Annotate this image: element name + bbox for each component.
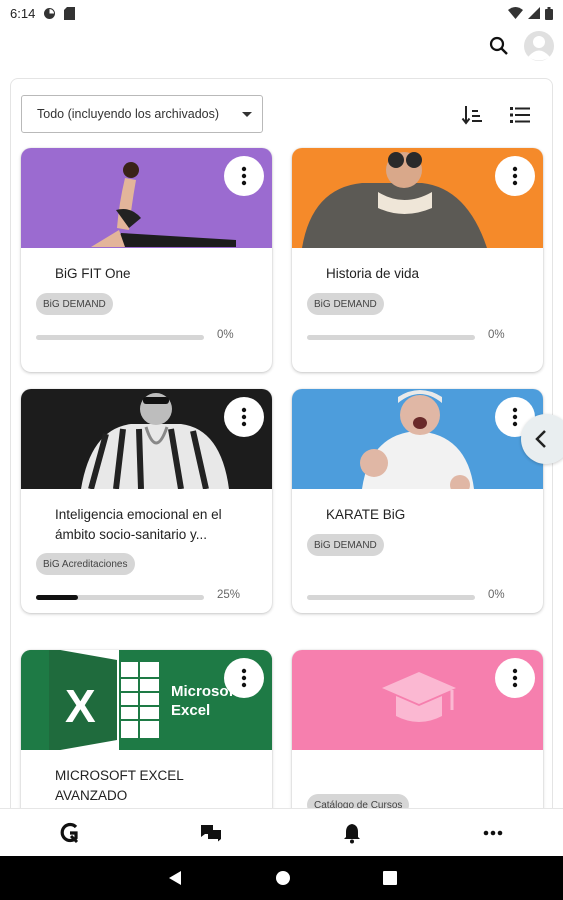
big-logo-icon <box>61 822 79 843</box>
progress-label: 0% <box>488 589 505 601</box>
caret-down-icon <box>242 111 252 117</box>
course-menu-button[interactable] <box>224 156 264 196</box>
bell-icon <box>343 823 360 843</box>
course-card[interactable]: Historia de vida BiG DEMAND 0% <box>292 148 543 372</box>
home-icon[interactable] <box>275 870 291 886</box>
course-card[interactable]: Inteligencia emocional en el ámbito soci… <box>21 389 272 613</box>
course-title: Historia de vida <box>326 266 420 281</box>
nav-messages[interactable] <box>141 809 282 856</box>
bottom-navigation <box>0 808 563 856</box>
courses-panel: Todo (incluyendo los archivados) BiG FIT… <box>10 78 553 818</box>
more-vert-icon <box>512 166 518 186</box>
course-tag: BiG DEMAND <box>307 534 384 556</box>
course-tag: BiG DEMAND <box>36 293 113 315</box>
course-filter-dropdown[interactable]: Todo (incluyendo los archivados) <box>21 95 263 133</box>
course-menu-button[interactable] <box>495 658 535 698</box>
course-filter-value: Todo (incluyendo los archivados) <box>37 107 220 121</box>
banner-text: Microsoft Excel <box>171 683 239 719</box>
course-card[interactable]: KARATE BiG BiG DEMAND 0% <box>292 389 543 613</box>
nav-home[interactable] <box>0 809 141 856</box>
search-icon[interactable] <box>487 34 511 58</box>
more-vert-icon <box>241 668 247 688</box>
chevron-left-icon <box>535 430 546 448</box>
course-menu-button[interactable] <box>224 658 264 698</box>
progress-bar <box>307 335 475 340</box>
course-title: BiG FIT One <box>55 266 131 281</box>
system-navigation-bar <box>0 856 563 900</box>
course-tag: BiG Acreditaciones <box>36 553 135 575</box>
more-vert-icon <box>241 166 247 186</box>
wifi-icon <box>508 7 523 19</box>
top-actions <box>487 30 555 62</box>
nav-more[interactable] <box>422 809 563 856</box>
sync-icon <box>44 7 56 19</box>
progress-bar <box>36 595 204 600</box>
course-menu-button[interactable] <box>495 156 535 196</box>
more-vert-icon <box>512 407 518 427</box>
sd-card-icon <box>64 6 76 20</box>
course-title: MICROSOFT EXCEL AVANZADO <box>55 768 184 803</box>
svg-text:X: X <box>65 680 96 732</box>
more-vert-icon <box>241 407 247 427</box>
progress-label: 25% <box>217 589 241 601</box>
more-horiz-icon <box>483 830 502 835</box>
course-card[interactable]: Catálogo de Cursos <box>292 650 543 817</box>
side-panel-toggle[interactable] <box>521 414 563 464</box>
course-card[interactable]: BiG FIT One BiG DEMAND 0% <box>21 148 272 372</box>
recents-icon[interactable] <box>382 871 397 885</box>
course-tag: BiG DEMAND <box>307 293 384 315</box>
course-menu-button[interactable] <box>224 397 264 437</box>
list-view-icon[interactable] <box>508 103 532 127</box>
status-time: 6:14 <box>10 5 36 21</box>
progress-label: 0% <box>488 329 505 341</box>
progress-bar <box>36 335 204 340</box>
course-title: KARATE BiG <box>326 507 406 522</box>
nav-notifications[interactable] <box>282 809 423 856</box>
back-icon[interactable] <box>167 870 183 886</box>
more-vert-icon <box>512 668 518 688</box>
progress-bar <box>307 595 475 600</box>
chat-icon <box>201 824 222 841</box>
avatar-icon[interactable] <box>523 30 555 62</box>
course-title: Inteligencia emocional en el ámbito soci… <box>55 507 222 542</box>
progress-label: 0% <box>217 329 234 341</box>
course-card[interactable]: X Microsoft Excel MICROSOFT EXCEL AVANZA… <box>21 650 272 817</box>
sort-icon[interactable] <box>461 103 485 127</box>
status-bar: 6:14 <box>0 0 563 26</box>
signal-icon <box>528 7 540 19</box>
battery-icon <box>545 6 553 20</box>
